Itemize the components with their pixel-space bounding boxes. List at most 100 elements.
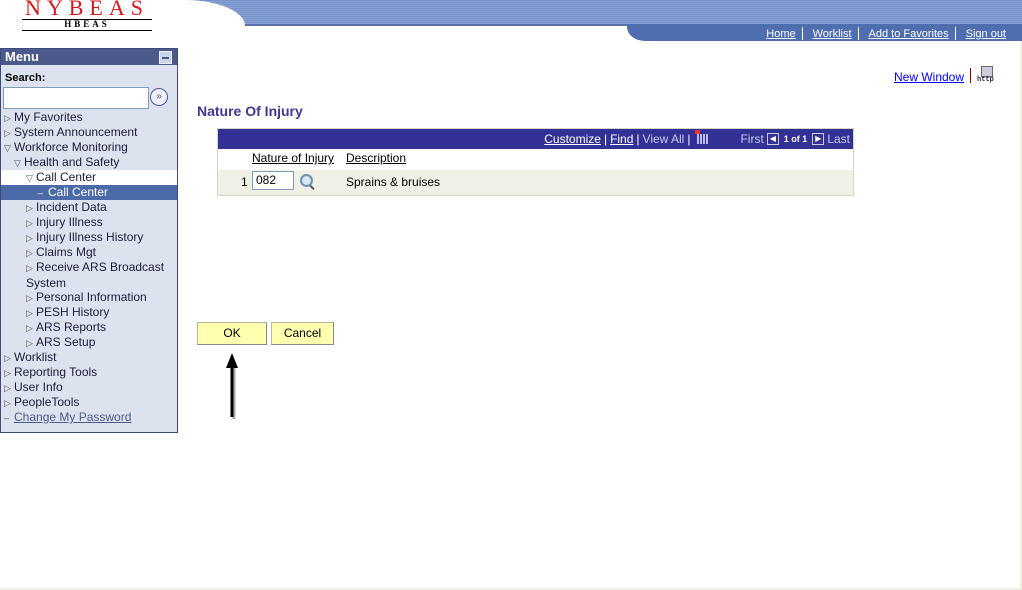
triangle-right-icon: ▷ — [4, 368, 11, 378]
new-window-link[interactable]: New Window — [894, 70, 964, 84]
logo-sub-text: HBEAS — [64, 19, 110, 29]
nature-of-injury-input[interactable] — [252, 171, 294, 190]
menu-item-incident-data[interactable]: ▷ Incident Data — [1, 200, 177, 215]
triangle-right-icon: ▷ — [26, 263, 33, 273]
collapse-icon[interactable] — [159, 51, 172, 64]
menu-item-user-info[interactable]: ▷ User Info — [1, 380, 177, 395]
triangle-right-icon: ▷ — [26, 338, 33, 348]
column-header-description[interactable]: Description — [346, 151, 406, 165]
menu-item-receive-ars-broadcast[interactable]: ▷ Receive ARS Broadcast System — [1, 260, 177, 290]
triangle-right-icon: ▷ — [26, 323, 33, 333]
change-password-link[interactable]: Change My Password — [14, 410, 131, 424]
last-label: Last — [827, 132, 850, 146]
menu-item-label: Injury Illness — [36, 215, 103, 229]
menu-item-label: System Announcement — [14, 125, 138, 139]
customize-link[interactable]: Customize — [544, 132, 601, 146]
menu-item-label: Worklist — [14, 350, 57, 364]
grid-toolbar: Customize | Find | View All | First ◀ 1 … — [218, 129, 853, 149]
menu-item-label: Injury Illness History — [36, 230, 144, 244]
separator: | — [687, 132, 691, 146]
menu-item-label: Call Center — [48, 185, 109, 199]
separator: | — [603, 132, 608, 146]
menu-item-label: Claims Mgt — [36, 245, 97, 259]
menu-item-worklist[interactable]: ▷ Worklist — [1, 350, 177, 365]
download-grid-icon[interactable] — [695, 130, 709, 144]
header-navbar: Home Worklist Add to Favorites Sign out — [627, 24, 1022, 41]
dash-icon: – — [38, 188, 44, 198]
new-window-separator — [970, 68, 971, 83]
menu-item-label: Call Center — [36, 170, 97, 184]
search-label: Search: — [5, 72, 46, 84]
next-row-icon[interactable]: ▶ — [812, 133, 825, 145]
triangle-right-icon: ▷ — [4, 128, 11, 138]
column-header-nature-of-injury[interactable]: Nature of Injury — [252, 151, 334, 165]
triangle-down-icon: ▽ — [14, 158, 21, 168]
nav-add-favorites-link[interactable]: Add to Favorites — [859, 28, 955, 40]
menu-item-label: Receive ARS Broadcast System — [26, 260, 165, 290]
nav-sign-out-link[interactable]: Sign out — [956, 28, 1012, 40]
menu-search-input[interactable] — [3, 87, 149, 109]
logo: NYBEAS HBEAS — [22, 0, 152, 32]
row-number: 1 — [241, 175, 248, 189]
ok-button[interactable]: OK — [197, 322, 267, 345]
http-link-icon[interactable]: http — [977, 66, 997, 84]
menu-header: Menu — [1, 49, 177, 65]
menu-item-call-center[interactable]: – Call Center — [1, 185, 177, 200]
triangle-right-icon: ▷ — [26, 233, 33, 243]
separator: | — [636, 132, 640, 146]
menu-item-ars-setup[interactable]: ▷ ARS Setup — [1, 335, 177, 350]
menu-panel: Menu Search: » ▷ My Favorites ▷ System Ann… — [0, 48, 178, 433]
menu-item-claims-mgt[interactable]: ▷ Claims Mgt — [1, 245, 177, 260]
page-count: 1 of 1 — [783, 134, 808, 144]
triangle-right-icon: ▷ — [26, 293, 33, 303]
nav-worklist-link[interactable]: Worklist — [803, 28, 858, 40]
nav-home-link[interactable]: Home — [756, 28, 801, 40]
menu-item-workforce-monitoring[interactable]: ▽ Workforce Monitoring — [1, 140, 177, 155]
menu-item-label: ARS Reports — [36, 320, 107, 334]
triangle-down-icon: ▽ — [4, 143, 11, 153]
cancel-button[interactable]: Cancel — [271, 322, 334, 345]
first-label: First — [740, 132, 764, 146]
triangle-right-icon: ▷ — [4, 383, 11, 393]
previous-row-icon[interactable]: ◀ — [766, 133, 779, 145]
menu-item-label: User Info — [14, 380, 63, 394]
menu-item-system-announcement[interactable]: ▷ System Announcement — [1, 125, 177, 140]
find-link[interactable]: Find — [610, 132, 633, 146]
menu-item-pesh-history[interactable]: ▷ PESH History — [1, 305, 177, 320]
menu-item-label: Incident Data — [36, 200, 107, 214]
table-row: 1 Sprains & bruises — [218, 170, 853, 195]
triangle-right-icon: ▷ — [4, 353, 11, 363]
logo-divider — [22, 30, 152, 31]
menu-item-health-and-safety[interactable]: ▽ Health and Safety — [1, 155, 177, 170]
menu-item-injury-illness-history[interactable]: ▷ Injury Illness History — [1, 230, 177, 245]
menu-item-label: My Favorites — [14, 110, 83, 124]
menu-tree: ▷ My Favorites ▷ System Announcement ▽ Work… — [1, 110, 177, 425]
http-label: http — [977, 76, 994, 84]
lookup-search-icon[interactable] — [300, 174, 313, 187]
menu-item-label: Health and Safety — [24, 155, 120, 169]
triangle-right-icon: ▷ — [26, 203, 33, 213]
view-all-text: View All — [642, 132, 685, 146]
triangle-right-icon: ▷ — [4, 113, 11, 123]
logo-main-text: NYBEAS — [24, 0, 149, 20]
menu-item-peopletools[interactable]: ▷ PeopleTools — [1, 395, 177, 410]
menu-item-reporting-tools[interactable]: ▷ Reporting Tools — [1, 365, 177, 380]
menu-item-label: Reporting Tools — [14, 365, 98, 379]
menu-item-call-center-folder[interactable]: ▽ Call Center — [1, 170, 177, 185]
menu-item-personal-information[interactable]: ▷ Personal Information — [1, 290, 177, 305]
menu-item-ars-reports[interactable]: ▷ ARS Reports — [1, 320, 177, 335]
nature-of-injury-grid: Customize | Find | View All | First ◀ 1 … — [217, 128, 854, 196]
search-go-icon[interactable]: » — [150, 88, 168, 106]
menu-item-label: PESH History — [36, 305, 110, 319]
triangle-right-icon: ▷ — [26, 248, 33, 258]
description-value: Sprains & bruises — [346, 175, 441, 189]
menu-item-my-favorites[interactable]: ▷ My Favorites — [1, 110, 177, 125]
triangle-right-icon: ▷ — [26, 308, 33, 318]
triangle-right-icon: ▷ — [26, 218, 33, 228]
menu-item-change-password[interactable]: – Change My Password — [1, 410, 177, 425]
menu-item-label: ARS Setup — [36, 335, 96, 349]
menu-item-injury-illness[interactable]: ▷ Injury Illness — [1, 215, 177, 230]
dash-icon: – — [4, 413, 10, 423]
triangle-down-icon: ▽ — [26, 173, 33, 183]
triangle-right-icon: ▷ — [4, 398, 11, 408]
